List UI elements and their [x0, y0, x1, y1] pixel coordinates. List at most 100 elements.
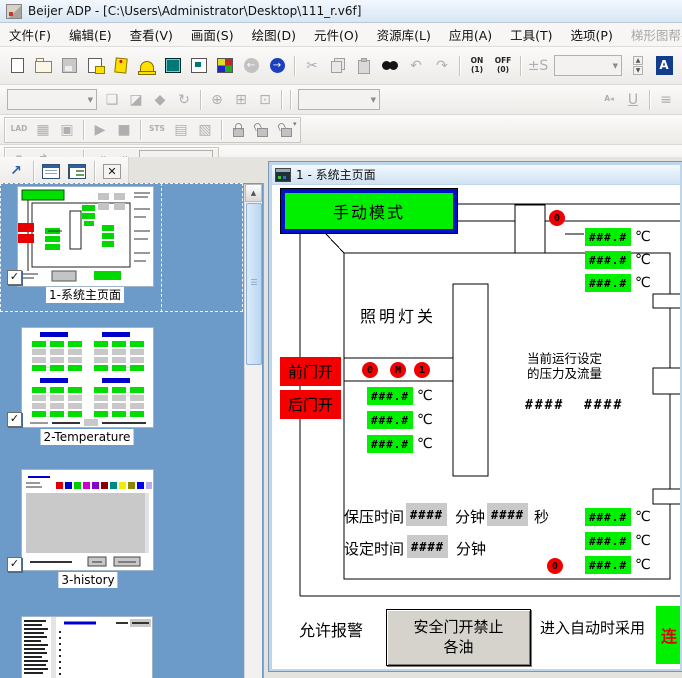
save-icon[interactable] — [56, 54, 82, 78]
open-project-icon[interactable] — [30, 54, 56, 78]
ungroup-icon[interactable]: ◪ — [124, 89, 148, 110]
temp-field[interactable]: ###.# ℃ — [585, 556, 651, 574]
text-align-icon[interactable]: ≡ — [654, 89, 678, 110]
temp-value[interactable]: ###.# — [585, 508, 631, 526]
temp-value[interactable]: ###.# — [367, 435, 413, 453]
temp-field[interactable]: ###.# ℃ — [585, 274, 651, 292]
screen-item-4[interactable] — [0, 588, 243, 678]
screen-thumbnail-2[interactable] — [22, 328, 153, 427]
grid-icon[interactable]: ⊞ — [229, 89, 253, 110]
temp-value[interactable]: ###.# — [585, 251, 631, 269]
temp-field[interactable]: ###.# ℃ — [585, 251, 651, 269]
tag-table-icon[interactable] — [108, 54, 134, 78]
allow-alarm-label[interactable]: 允许报警 — [299, 617, 363, 641]
temp-value[interactable]: ###.# — [585, 532, 631, 550]
temp-value[interactable]: ###.# — [585, 556, 631, 574]
lock-options-icon[interactable] — [274, 119, 298, 140]
group-icon[interactable]: ❑ — [100, 89, 124, 110]
menu-tools[interactable]: 工具(T) — [501, 23, 561, 46]
center-icon[interactable]: ⊡ — [253, 89, 277, 110]
sts-keypad-icon[interactable]: STS — [145, 119, 169, 140]
front-door-button[interactable]: 前门开 — [280, 357, 341, 386]
safety-door-button[interactable]: 安全门开禁止 各油 — [386, 609, 531, 666]
screen-item-3[interactable]: ✓ 3-history — [0, 446, 243, 588]
image-preview-icon[interactable] — [186, 54, 212, 78]
indicator-lamp-m[interactable]: M — [390, 362, 406, 378]
menu-view[interactable]: 查看(V) — [121, 23, 182, 46]
undo-icon[interactable]: ↶ — [403, 54, 429, 78]
new-screen-icon[interactable] — [4, 54, 30, 78]
app-titlebar[interactable]: Beijer ADP - [C:\Users\Administrator\Des… — [0, 0, 682, 23]
find-icon[interactable] — [377, 54, 403, 78]
screen-thumbnail-3[interactable] — [22, 470, 153, 570]
menu-application[interactable]: 应用(A) — [440, 23, 501, 46]
ladder-view-icon[interactable]: LAD — [7, 119, 31, 140]
light-switch-label[interactable]: 照明灯关 — [360, 303, 436, 327]
lock-icon[interactable] — [226, 119, 250, 140]
font-dropdown[interactable]: ▼ — [298, 89, 380, 110]
child-window-titlebar[interactable]: 1 - 系统主页面 — [272, 165, 680, 184]
auto-mode-label[interactable]: 进入自动时采用 — [540, 617, 645, 638]
sidebar-scrollbar[interactable]: ▲ — [244, 184, 262, 678]
indicator-lamp-bottom[interactable]: 0 — [547, 558, 563, 574]
temp-field[interactable]: ###.# ℃ — [585, 508, 651, 526]
screen-thumbnail-4[interactable] — [22, 617, 152, 678]
set-off-button[interactable]: OFF (0) — [490, 54, 516, 78]
menu-edit[interactable]: 编辑(E) — [60, 23, 121, 46]
indicator-lamp-1[interactable]: 1 — [414, 362, 430, 378]
state-spinner[interactable] — [625, 54, 651, 78]
indicator-lamp-0[interactable]: 0 — [362, 362, 378, 378]
screen-checkbox-2[interactable]: ✓ — [7, 412, 22, 427]
font-size-icon[interactable]: A◂ — [597, 89, 621, 110]
underline-icon[interactable]: U — [621, 89, 645, 110]
indicator-lamp-top[interactable]: 0 — [549, 210, 565, 226]
copy-icon[interactable] — [325, 54, 351, 78]
scrollbar-up-icon[interactable]: ▲ — [245, 184, 262, 202]
screen-grid-view-icon[interactable] — [64, 159, 90, 183]
simulate-stop-icon[interactable]: ■ — [112, 119, 136, 140]
rear-door-button[interactable]: 后门开 — [280, 390, 341, 419]
temp-field[interactable]: ###.# ℃ — [367, 435, 433, 453]
screen-preview-icon[interactable] — [160, 54, 186, 78]
hold-minutes-field[interactable]: #### — [406, 503, 447, 526]
set-on-button[interactable]: ON (1) — [464, 54, 490, 78]
tile-view-icon[interactable] — [212, 54, 238, 78]
screen-checkbox-1[interactable]: ✓ — [7, 270, 22, 285]
plus-minus-s-button[interactable]: ±S — [525, 54, 551, 78]
previous-screen-icon[interactable] — [238, 54, 264, 78]
screen-properties-icon[interactable] — [82, 54, 108, 78]
monitor-icon[interactable]: ▦ — [31, 119, 55, 140]
temp-field[interactable]: ###.# ℃ — [367, 387, 433, 405]
pin-panel-icon[interactable]: ↗ — [3, 159, 29, 183]
simulate-run-icon[interactable]: ▶ — [88, 119, 112, 140]
menu-object[interactable]: 元件(O) — [305, 23, 368, 46]
menu-screen[interactable]: 画面(S) — [182, 23, 243, 46]
redo-icon[interactable]: ↷ — [429, 54, 455, 78]
temp-field[interactable]: ###.# ℃ — [585, 228, 651, 246]
paste-icon[interactable] — [351, 54, 377, 78]
connect-button[interactable]: 连 — [656, 606, 680, 664]
set-minutes-field[interactable]: #### — [407, 535, 448, 558]
temp-value[interactable]: ###.# — [585, 274, 631, 292]
reshape-icon[interactable]: ◆ — [148, 89, 172, 110]
mode-button[interactable]: 手动模式 — [280, 188, 458, 234]
menu-options[interactable]: 选项(P) — [562, 23, 622, 46]
temp-value[interactable]: ###.# — [367, 387, 413, 405]
menu-file[interactable]: 文件(F) — [0, 23, 60, 46]
screen-item-1[interactable]: ✓ 1-系统主页面 — [0, 183, 243, 312]
rotate-icon[interactable]: ↻ — [172, 89, 196, 110]
run-values[interactable]: #### #### — [525, 398, 623, 413]
temp-value[interactable]: ###.# — [367, 411, 413, 429]
menu-draw[interactable]: 绘图(D) — [243, 23, 305, 46]
temp-value[interactable]: ###.# — [585, 228, 631, 246]
screen-thumbnail-1[interactable] — [18, 187, 153, 286]
alarm-icon[interactable] — [134, 54, 160, 78]
screen-checkbox-3[interactable]: ✓ — [7, 557, 22, 572]
screen-canvas[interactable]: 手动模式 照明灯关 前门开 后门开 0 0 M 1 0 ###.# ℃ ###.… — [272, 185, 680, 669]
screen-copy-icon[interactable]: ▤ — [169, 119, 193, 140]
cut-icon[interactable]: ✂ — [299, 54, 325, 78]
multi-copy-icon[interactable]: ▣ — [55, 119, 79, 140]
state-dropdown[interactable]: ▼ — [554, 55, 622, 76]
shape-dropdown[interactable]: ▼ — [7, 89, 97, 110]
next-screen-icon[interactable] — [264, 54, 290, 78]
